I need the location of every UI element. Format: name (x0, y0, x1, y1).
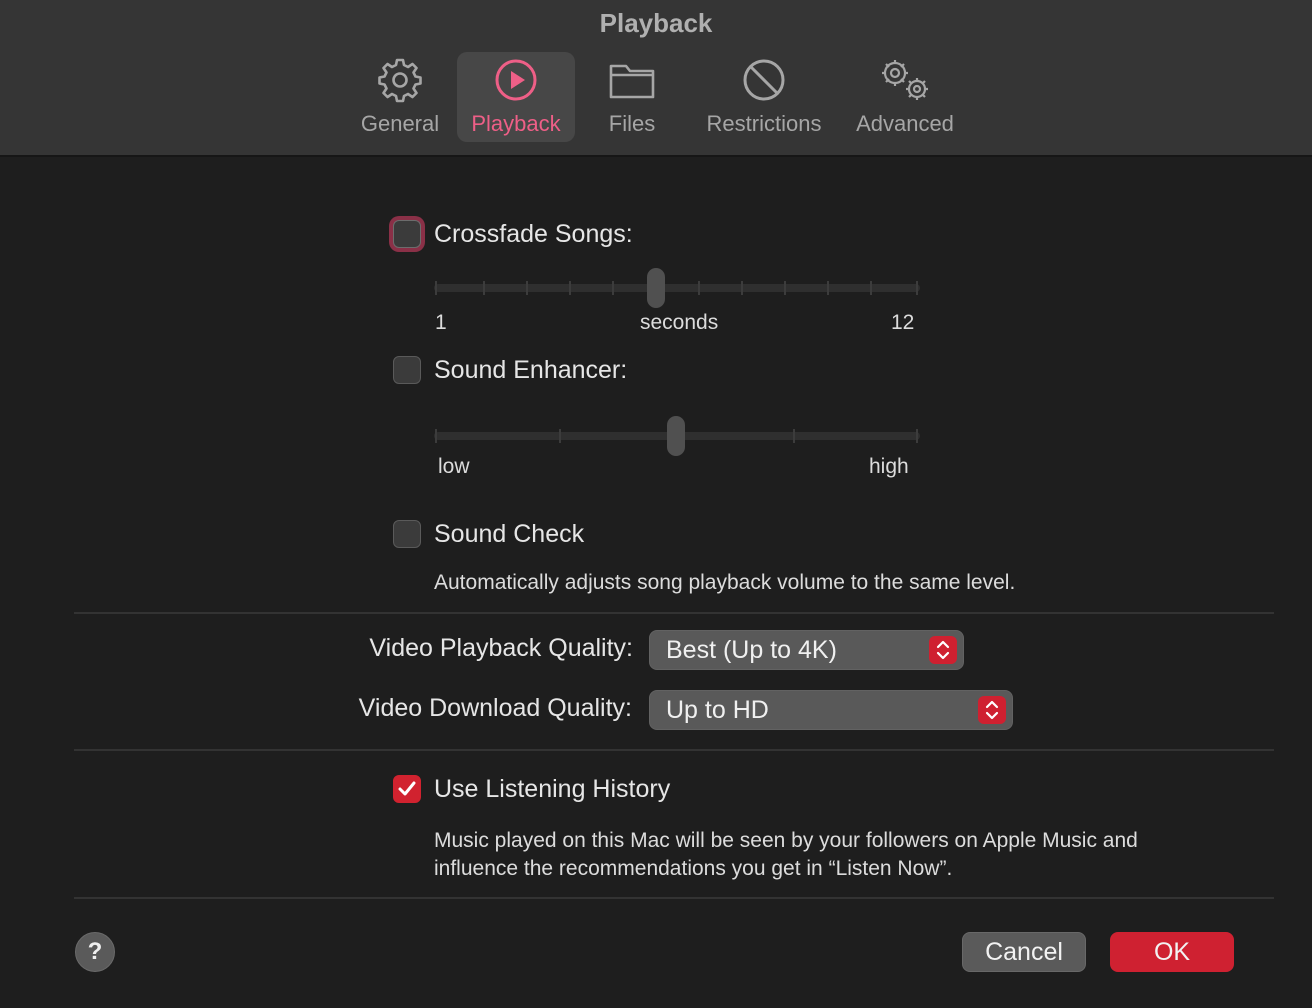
tab-label: Restrictions (706, 111, 822, 136)
slider-tick (559, 429, 561, 443)
video-playback-quality-select[interactable]: Best (Up to 4K) (649, 630, 964, 670)
listening-history-checkbox[interactable] (393, 775, 421, 803)
gears-icon (877, 54, 933, 106)
slider-tick (698, 281, 700, 295)
slider-tick (784, 281, 786, 295)
toolbar: Playback General Playback Files Restrict… (0, 0, 1312, 157)
gear-icon (377, 54, 423, 106)
crossfade-slider-track[interactable] (434, 284, 920, 292)
cancel-button[interactable]: Cancel (962, 932, 1086, 972)
sound-enhancer-min-label: low (438, 455, 470, 478)
help-button[interactable]: ? (75, 932, 115, 972)
tab-label: General (360, 111, 440, 136)
sound-enhancer-max-label: high (869, 455, 909, 478)
listening-history-description-line2: influence the recommendations you get in… (434, 857, 953, 880)
video-download-quality-select[interactable]: Up to HD (649, 690, 1013, 730)
slider-tick (870, 281, 872, 295)
listening-history-description-line1: Music played on this Mac will be seen by… (434, 829, 1138, 852)
slider-tick (526, 281, 528, 295)
tab-label: Playback (471, 111, 561, 136)
divider (74, 897, 1274, 899)
crossfade-max-label: 12 (891, 311, 915, 334)
slider-tick (827, 281, 829, 295)
crossfade-label: Crossfade Songs: (434, 220, 633, 248)
slider-tick (916, 281, 918, 295)
slider-tick (483, 281, 485, 295)
tab-label: Advanced (856, 111, 954, 136)
preferences-window: Playback General Playback Files Restrict… (0, 0, 1312, 1008)
slider-tick (612, 281, 614, 295)
sound-check-label: Sound Check (434, 520, 585, 548)
ok-button[interactable]: OK (1110, 932, 1234, 972)
sound-check-description: Automatically adjusts song playback volu… (434, 571, 1016, 594)
crossfade-checkbox[interactable] (393, 220, 421, 248)
video-playback-quality-label: Video Playback Quality: (369, 634, 633, 662)
chevron-up-down-icon (929, 636, 957, 664)
sound-check-checkbox[interactable] (393, 520, 421, 548)
tab-playback[interactable]: Playback (457, 52, 575, 142)
folder-icon (608, 54, 656, 106)
prohibited-icon (741, 54, 787, 106)
play-circle-icon (493, 54, 539, 106)
select-value: Best (Up to 4K) (666, 636, 837, 664)
sound-enhancer-label: Sound Enhancer: (434, 356, 628, 384)
crossfade-unit-label: seconds (640, 311, 719, 334)
slider-tick (793, 429, 795, 443)
tab-advanced[interactable]: Advanced (850, 52, 960, 142)
slider-tick (916, 429, 918, 443)
chevron-up-down-icon (978, 696, 1006, 724)
crossfade-min-label: 1 (435, 311, 447, 334)
crossfade-slider-knob[interactable] (647, 268, 665, 308)
tab-label: Files (608, 111, 656, 136)
listening-history-label: Use Listening History (434, 775, 671, 803)
divider (74, 612, 1274, 614)
sound-enhancer-checkbox[interactable] (393, 356, 421, 384)
tab-files[interactable]: Files (592, 52, 672, 142)
slider-tick (741, 281, 743, 295)
sound-enhancer-slider-knob[interactable] (667, 416, 685, 456)
slider-tick (569, 281, 571, 295)
select-value: Up to HD (666, 696, 769, 724)
slider-tick (435, 281, 437, 295)
slider-tick (435, 429, 437, 443)
divider (74, 749, 1274, 751)
video-download-quality-label: Video Download Quality: (358, 694, 632, 722)
window-title: Playback (599, 8, 713, 38)
checkmark-icon (398, 781, 416, 796)
tab-general[interactable]: General (350, 52, 450, 142)
tab-restrictions[interactable]: Restrictions (698, 52, 830, 142)
